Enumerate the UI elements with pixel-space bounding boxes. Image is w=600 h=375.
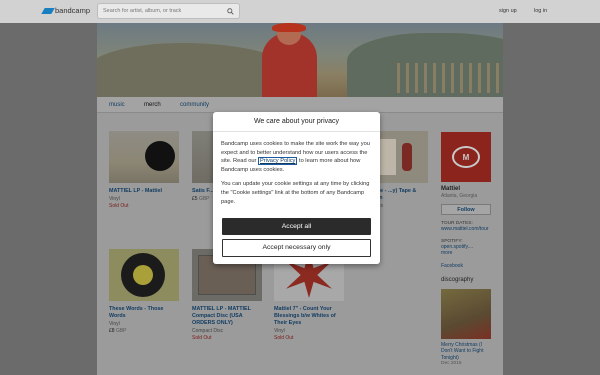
tab-merch[interactable]: merch bbox=[144, 102, 161, 108]
item-cover[interactable] bbox=[109, 131, 179, 183]
more-link[interactable]: more bbox=[441, 250, 493, 257]
dialog-body: Bandcamp uses cookies to make the site w… bbox=[213, 132, 380, 206]
item-format: Vinyl bbox=[109, 321, 120, 327]
item-title[interactable]: These Words - Those Words bbox=[109, 306, 179, 320]
bandcamp-logo[interactable]: bandcamp bbox=[41, 6, 91, 15]
artist-name[interactable]: Mattiel bbox=[441, 186, 493, 192]
item-cover[interactable] bbox=[109, 249, 179, 301]
artist-sidebar: M Mattiel Atlanta, Georgia Follow TOUR D… bbox=[441, 132, 493, 366]
dialog-title: We care about your privacy bbox=[213, 112, 380, 132]
tour-dates-link[interactable]: www.mattiel.com/tour bbox=[441, 226, 493, 233]
artist-location: Atlanta, Georgia bbox=[441, 193, 478, 199]
top-bar: bandcamp Search for artist, album, or tr… bbox=[0, 0, 600, 23]
sold-out-label: Sold Out bbox=[109, 203, 129, 209]
dialog-paragraph-2: You can update your cookie settings at a… bbox=[221, 181, 370, 205]
bandcamp-logo-icon bbox=[41, 7, 55, 14]
discography-title[interactable]: Merry Christmas (I Don't Want to Fight T… bbox=[441, 342, 493, 361]
sold-out-label: Sold Out bbox=[274, 335, 294, 341]
sold-out-label: Sold Out bbox=[192, 335, 212, 341]
item-title[interactable]: MATTIEL LP - MATTIEL Compact Disc (USA O… bbox=[192, 306, 262, 327]
tab-community[interactable]: community bbox=[180, 102, 209, 108]
sign-up-link[interactable]: sign up bbox=[499, 8, 517, 14]
merch-item[interactable]: MATTIEL LP - Mattiel Vinyl Sold Out bbox=[109, 131, 179, 209]
search-input[interactable]: Search for artist, album, or track bbox=[97, 3, 240, 19]
item-title[interactable]: MATTIEL LP - Mattiel bbox=[109, 188, 179, 195]
search-placeholder: Search for artist, album, or track bbox=[103, 8, 182, 14]
privacy-policy-link[interactable]: Privacy Policy bbox=[258, 157, 298, 166]
logo-text: bandcamp bbox=[55, 6, 91, 15]
merch-item[interactable]: These Words - Those Words Vinyl £8 GBP bbox=[109, 249, 179, 334]
item-format: Vinyl bbox=[274, 328, 285, 334]
accept-necessary-button[interactable]: Accept necessary only bbox=[222, 239, 371, 257]
accept-all-button[interactable]: Accept all bbox=[222, 218, 371, 235]
item-title[interactable]: Mattiel 7" - Count Your Blessings b/w Wh… bbox=[274, 306, 344, 327]
facebook-link[interactable]: Facebook bbox=[441, 263, 493, 270]
hero-banner-image bbox=[97, 23, 503, 97]
discography-heading: discography bbox=[441, 277, 474, 283]
dialog-paragraph-1: Bandcamp uses cookies to make the site w… bbox=[221, 141, 370, 173]
item-format: Compact Disc bbox=[192, 328, 224, 334]
sub-navigation: music merch community bbox=[97, 97, 503, 113]
follow-button[interactable]: Follow bbox=[441, 204, 491, 215]
discography-date: Dec 2016 bbox=[441, 360, 462, 366]
cookie-consent-dialog: We care about your privacy Bandcamp uses… bbox=[213, 112, 380, 264]
search-icon[interactable] bbox=[227, 8, 234, 15]
log-in-link[interactable]: log in bbox=[534, 8, 547, 14]
item-format: Vinyl bbox=[109, 196, 120, 202]
discography-cover[interactable] bbox=[441, 289, 491, 339]
band-logo[interactable]: M bbox=[441, 132, 491, 182]
item-price: £8 GBP bbox=[109, 328, 127, 334]
tab-music[interactable]: music bbox=[109, 102, 125, 108]
